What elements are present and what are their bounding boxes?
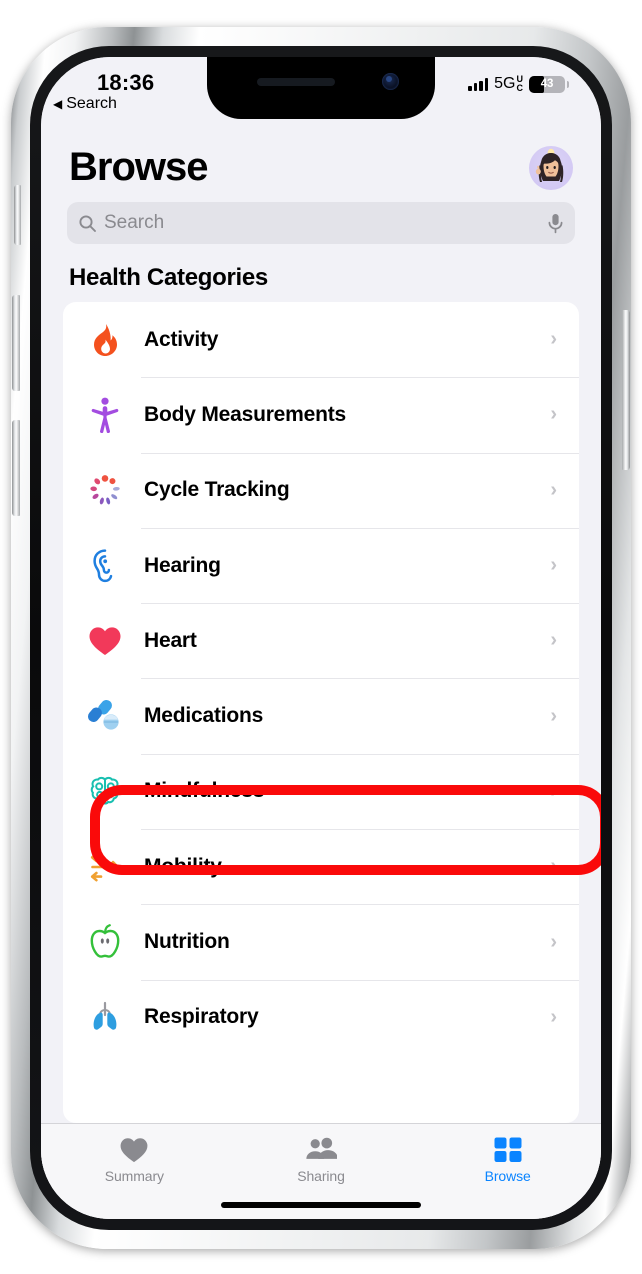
battery-cap [566,80,569,88]
chevron-right-icon: › [550,328,557,351]
apple-icon [83,924,127,960]
notch [207,57,435,119]
earpiece-speaker-icon [257,78,335,86]
battery-level-label: 43 [540,78,554,90]
category-label: Mobility [144,854,222,878]
tab-label: Browse [484,1168,531,1184]
status-time: 18:36 [97,70,155,95]
status-bar-right-group: 5G U C 43 [468,75,569,93]
health-categories-list: Activity › Body Measurements › Cycle Tra… [63,302,579,1123]
search-icon [79,214,96,232]
category-row-cycle-tracking[interactable]: Cycle Tracking › [63,452,579,528]
cellular-signal-icon [468,77,489,91]
category-label: Respiratory [144,1005,259,1029]
category-label: Mindfulness [144,779,265,803]
grid-icon [494,1137,522,1162]
chevron-right-icon: › [550,554,557,577]
health-app-browse-screen: 18:36 5G U C 43 ◀ Search Browse Search H… [41,57,601,1219]
category-label: Activity [144,327,219,351]
category-row-body-measurements[interactable]: Body Measurements › [63,377,579,452]
iphone-device-frame: 18:36 5G U C 43 ◀ Search Browse Search H… [11,27,631,1249]
category-label: Medications [144,704,264,728]
chevron-right-icon: › [550,478,557,501]
profile-avatar-button[interactable] [529,145,573,190]
back-link-label: Search [66,95,117,112]
chevron-right-icon: › [550,629,557,652]
people-icon [306,1137,337,1159]
category-row-activity[interactable]: Activity › [63,302,579,377]
device-bezel: 18:36 5G U C 43 ◀ Search Browse Search H… [30,46,612,1230]
category-row-mobility[interactable]: Mobility › [63,829,579,904]
network-type-label: 5G U C [494,75,523,93]
pills-icon [83,699,127,733]
tab-summary[interactable]: Summary [41,1124,228,1219]
page-title: Browse [69,145,208,189]
flame-icon [83,323,127,357]
arrows-icon [83,852,127,882]
search-input[interactable]: Search [67,202,575,244]
category-label: Cycle Tracking [144,478,290,502]
memoji-avatar-icon [535,148,564,182]
heart-icon [83,626,127,656]
category-row-nutrition[interactable]: Nutrition › [63,904,579,979]
front-camera-icon [382,73,399,90]
category-row-medications[interactable]: Medications › [63,678,579,753]
volume-up-button[interactable] [12,295,20,391]
category-row-respiratory[interactable]: Respiratory › [63,979,579,1055]
category-label: Body Measurements [144,402,346,426]
tab-label: Summary [104,1168,164,1184]
chevron-right-icon: › [550,403,557,426]
volume-down-button[interactable] [12,420,20,516]
heart-icon [120,1138,148,1163]
category-label: Heart [144,628,197,652]
tab-bar: Summary Sharing Browse [41,1123,601,1219]
chevron-right-icon: › [550,855,557,878]
chevron-right-icon: › [550,704,557,727]
brain-icon [83,775,127,807]
power-button[interactable] [622,310,630,470]
tab-browse[interactable]: Browse [414,1124,601,1219]
home-indicator [221,1202,421,1208]
body-figure-icon [83,397,127,433]
back-caret-icon: ◀ [53,97,63,111]
category-label: Hearing [144,553,221,577]
network-suffix: U C [517,75,524,93]
category-row-heart[interactable]: Heart › [63,603,579,678]
lungs-icon [83,1001,127,1033]
category-row-hearing[interactable]: Hearing › [63,527,579,603]
battery-icon: 43 [529,75,569,93]
chevron-right-icon: › [550,1005,557,1028]
cycle-dots-icon [83,473,127,507]
section-title: Health Categories [69,264,268,291]
search-placeholder: Search [104,212,165,233]
phone-screen: 18:36 5G U C 43 ◀ Search Browse Search H… [41,57,601,1219]
chevron-right-icon: › [550,779,557,802]
tab-label: Sharing [297,1168,345,1184]
mute-switch[interactable] [14,185,21,245]
back-to-search-link[interactable]: ◀ Search [53,95,117,113]
network-suffix-bottom: C [516,83,524,93]
browse-header: Browse [41,119,601,190]
chevron-right-icon: › [550,930,557,953]
category-row-mindfulness[interactable]: Mindfulness › [63,753,579,829]
category-label: Nutrition [144,930,230,954]
microphone-icon[interactable] [547,213,564,234]
ear-icon [83,548,127,583]
network-type-text: 5G [494,75,516,92]
